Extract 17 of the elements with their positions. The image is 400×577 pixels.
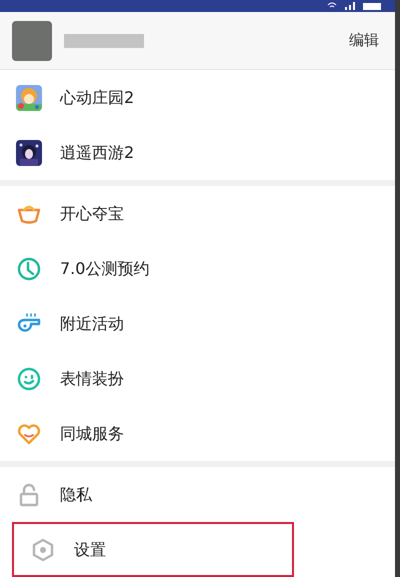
wifi-icon [327,2,337,10]
edit-button[interactable]: 编辑 [349,29,383,52]
menu-item[interactable]: 心动庄园2 [0,70,395,125]
battery-icon [363,2,383,10]
avatar[interactable] [12,20,52,60]
signal-icon [345,2,355,10]
hexagon-icon [30,536,56,562]
clock-icon [16,256,42,282]
menu-item[interactable]: 逍遥西游2 [0,125,395,180]
menu-item[interactable]: 7.0公测预约 [0,241,395,296]
smile-icon [16,366,42,392]
menu-item[interactable]: 表情装扮 [0,351,395,406]
menu-item[interactable]: 隐私 [0,467,395,522]
menu-item[interactable]: 开心夺宝 [0,186,395,241]
menu-item[interactable]: 附近活动 [0,296,395,351]
menu-item[interactable]: 设置 [12,522,294,577]
menu-item[interactable]: 同城服务 [0,406,395,461]
